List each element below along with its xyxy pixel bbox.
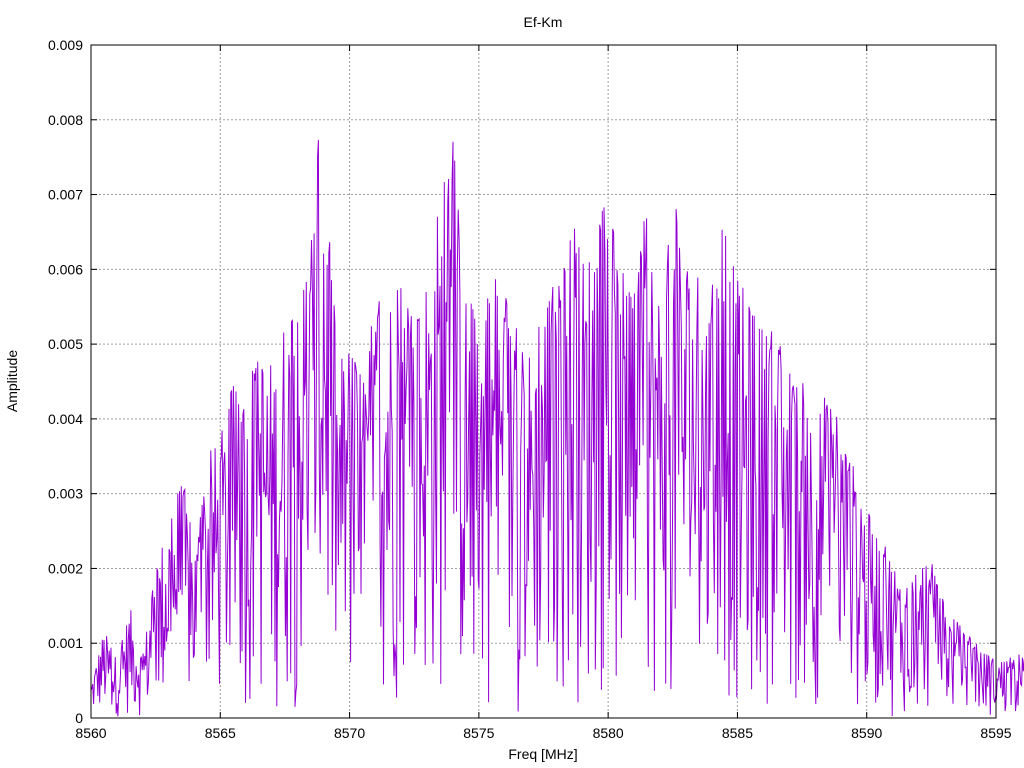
x-tick-label: 8570 xyxy=(334,725,365,741)
series-line xyxy=(90,139,1024,717)
y-tick-label: 0.009 xyxy=(48,37,83,53)
x-tick-label: 8590 xyxy=(851,725,882,741)
y-axis-title: Amplitude xyxy=(4,350,20,412)
y-tick-label: 0.003 xyxy=(48,486,83,502)
y-tick-label: 0.006 xyxy=(48,261,83,277)
chart: Ef-Km Freq [MHz] Amplitude 8560 8565 8570 8… xyxy=(4,14,1024,762)
x-tick-label: 8565 xyxy=(205,725,236,741)
x-tick-label: 8575 xyxy=(463,725,494,741)
y-tick-label: 0.007 xyxy=(48,187,83,203)
series-layer xyxy=(90,139,1024,717)
y-tick-label: 0 xyxy=(75,710,83,726)
y-tick-label: 0.004 xyxy=(48,411,83,427)
y-tick-label: 0.008 xyxy=(48,112,83,128)
x-axis-title: Freq [MHz] xyxy=(508,746,577,762)
x-tick-label: 8585 xyxy=(722,725,753,741)
y-tick-label: 0.001 xyxy=(48,635,83,651)
x-tick-label: 8560 xyxy=(75,725,106,741)
y-tick-label: 0.005 xyxy=(48,336,83,352)
x-tick-label: 8580 xyxy=(593,725,624,741)
x-tick-label: 8595 xyxy=(980,725,1011,741)
y-tick-label: 0.002 xyxy=(48,560,83,576)
chart-title: Ef-Km xyxy=(524,14,563,30)
